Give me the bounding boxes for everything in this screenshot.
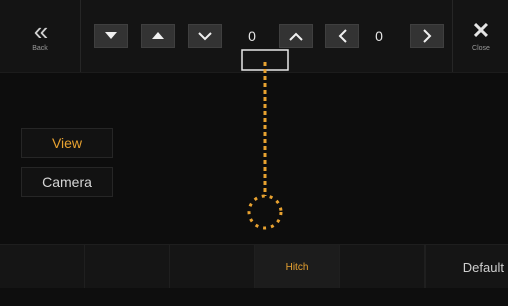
back-button[interactable]: « Back <box>0 0 81 72</box>
mode-tab-bar: Hitch Default <box>0 244 508 289</box>
move-up-button[interactable] <box>141 24 175 48</box>
adjust-down-button[interactable] <box>188 24 222 48</box>
triangle-down-icon <box>105 32 117 39</box>
adjust-up-button[interactable] <box>279 24 313 48</box>
back-label: Back <box>32 44 48 52</box>
tab-3[interactable] <box>170 245 255 289</box>
tab-1[interactable] <box>0 245 85 289</box>
chevron-left-icon <box>338 29 347 43</box>
triangle-up-icon <box>152 32 164 39</box>
default-button[interactable]: Default <box>425 245 508 289</box>
bottom-strip <box>0 288 508 306</box>
chevron-right-icon <box>422 29 431 43</box>
chevron-down-icon <box>198 31 212 40</box>
hitch-ball-marker <box>247 194 283 230</box>
adjust-right-button[interactable] <box>410 24 444 48</box>
close-icon: ✕ <box>471 17 491 43</box>
adjust-left-button[interactable] <box>325 24 359 48</box>
view-button[interactable]: View <box>21 128 113 158</box>
vertical-value: 0 <box>248 28 256 44</box>
move-down-button[interactable] <box>94 24 128 48</box>
close-button[interactable]: ✕ Close <box>452 0 508 72</box>
double-chevron-left-icon: « <box>33 15 49 46</box>
tab-2[interactable] <box>85 245 170 289</box>
horizontal-value: 0 <box>375 28 383 44</box>
camera-button[interactable]: Camera <box>21 167 113 197</box>
tab-5[interactable] <box>340 245 425 289</box>
top-toolbar: « Back 0 0 ✕ Close <box>0 0 508 73</box>
close-label: Close <box>472 44 490 52</box>
chevron-up-icon <box>289 32 303 41</box>
tab-hitch[interactable]: Hitch <box>255 245 340 289</box>
